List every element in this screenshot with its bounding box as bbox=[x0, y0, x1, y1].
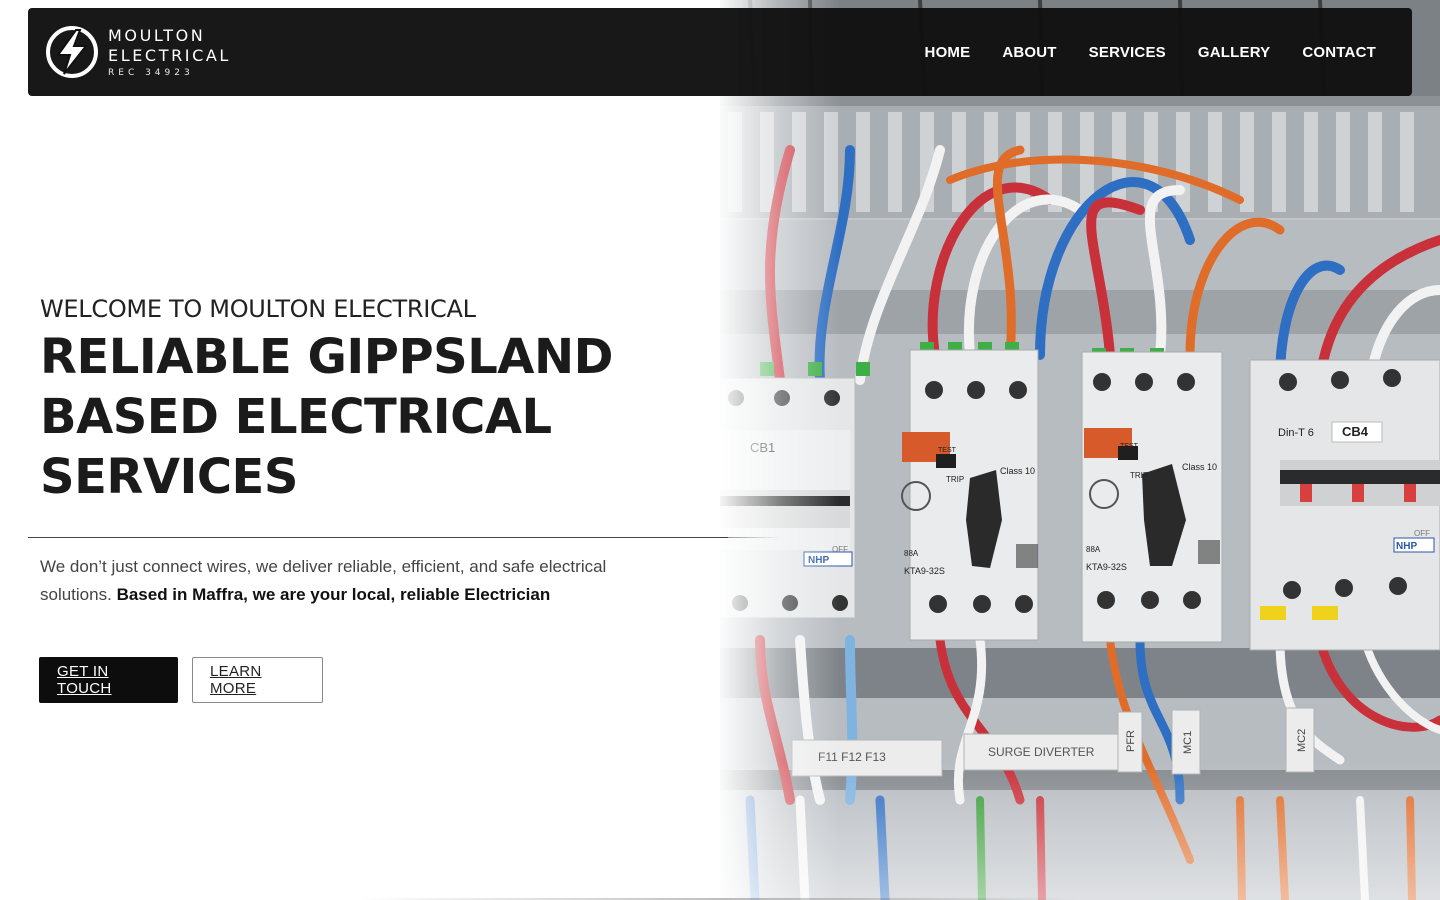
switchboard-illustration: CB1 CB4 Din-T 6 Class 10 Class 10 KTA9-3… bbox=[720, 0, 1440, 900]
learn-more-button[interactable]: LEARN MORE bbox=[192, 657, 323, 703]
brand-name-line2: ELECTRICAL bbox=[108, 45, 231, 65]
photo-label-nhp-a: NHP bbox=[808, 555, 829, 566]
nav-item-gallery[interactable]: GALLERY bbox=[1198, 44, 1271, 61]
photo-label-amp-a: 88A bbox=[904, 549, 919, 558]
site-header: MOULTON ELECTRICAL REC 34923 HOME ABOUT … bbox=[28, 8, 1412, 96]
photo-label-f-row: F11 F12 F13 bbox=[818, 750, 886, 764]
hero-description: We don’t just connect wires, we deliver … bbox=[40, 553, 640, 609]
photo-label-pfr: PFR bbox=[1125, 730, 1137, 752]
brand-wordmark: MOULTON ELECTRICAL REC 34923 bbox=[108, 26, 231, 79]
nav-item-about[interactable]: ABOUT bbox=[1002, 44, 1056, 61]
brand-name-line1: MOULTON bbox=[108, 25, 206, 45]
nav-item-services[interactable]: SERVICES bbox=[1089, 44, 1166, 61]
hero-divider bbox=[28, 537, 728, 538]
photo-label-off-a: OFF bbox=[832, 545, 848, 554]
photo-label-surge: SURGE DIVERTER bbox=[988, 745, 1095, 759]
hero-headline: RELIABLE GIPPSLAND BASED ELECTRICAL SERV… bbox=[40, 329, 613, 505]
hero-intro: WELCOME TO MOULTON ELECTRICAL RELIABLE G… bbox=[40, 294, 680, 507]
brand-logo-link[interactable]: MOULTON ELECTRICAL REC 34923 bbox=[44, 24, 231, 80]
nav-item-home[interactable]: HOME bbox=[925, 44, 971, 61]
hero-buttons: GET IN TOUCH LEARN MORE bbox=[39, 657, 323, 703]
photo-label-off-b: OFF bbox=[1414, 529, 1430, 538]
hero-divider-extension bbox=[720, 537, 780, 538]
photo-label-cb1: CB1 bbox=[750, 440, 775, 455]
photo-label-test-a: TEST bbox=[938, 447, 957, 454]
lightning-bolt-icon bbox=[46, 26, 98, 78]
photo-label-class10-a: Class 10 bbox=[1000, 466, 1035, 476]
get-in-touch-button[interactable]: GET IN TOUCH bbox=[39, 657, 178, 703]
photo-label-mc2: MC2 bbox=[1296, 729, 1308, 752]
main-nav: HOME ABOUT SERVICES GALLERY CONTACT bbox=[925, 44, 1376, 61]
hero-image-switchboard: CB1 CB4 Din-T 6 Class 10 Class 10 KTA9-3… bbox=[720, 0, 1440, 900]
photo-label-cb4: CB4 bbox=[1342, 424, 1369, 439]
photo-label-mc1: MC1 bbox=[1182, 731, 1194, 754]
hero-description-bold: Based in Maffra, we are your local, reli… bbox=[116, 585, 551, 604]
photo-label-trip-b: TRIP bbox=[1130, 471, 1148, 480]
photo-label-class10-b: Class 10 bbox=[1182, 462, 1217, 472]
nav-item-contact[interactable]: CONTACT bbox=[1302, 44, 1376, 61]
photo-label-amp-b: 88A bbox=[1086, 545, 1101, 554]
photo-label-kta-b: KTA9-32S bbox=[1086, 562, 1127, 572]
brand-rec-number: REC 34923 bbox=[108, 67, 194, 78]
photo-label-nhp-b: NHP bbox=[1396, 541, 1417, 552]
photo-label-test-b: TEST bbox=[1120, 443, 1139, 450]
hero-welcome: WELCOME TO MOULTON ELECTRICAL bbox=[40, 295, 476, 323]
photo-label-dint6: Din-T 6 bbox=[1278, 427, 1314, 439]
photo-label-kta-a: KTA9-32S bbox=[904, 566, 945, 576]
photo-label-trip-a: TRIP bbox=[946, 475, 964, 484]
